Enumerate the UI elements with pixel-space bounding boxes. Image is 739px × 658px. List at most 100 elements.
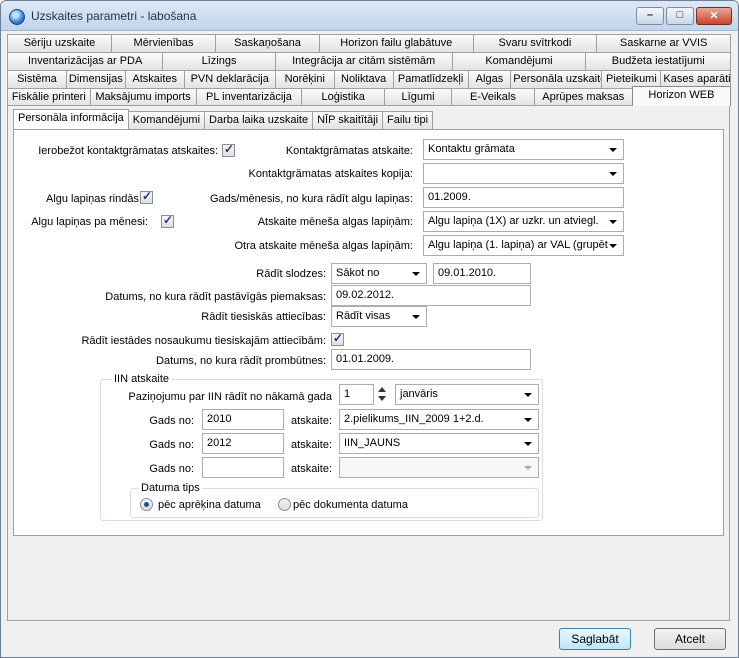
tab-logistika[interactable]: Loģistika <box>301 88 385 106</box>
check-icon: ✓ <box>163 213 174 227</box>
iin-report-select[interactable]: 2.pielikums_IIN_2009 1+2.d. <box>339 409 539 430</box>
monthly-report2-label: Otra atskaite mēneša algas lapiņām: <box>234 240 413 252</box>
chevron-down-icon <box>609 172 617 176</box>
check-icon: ✓ <box>224 142 235 156</box>
monthly-report-select[interactable]: Algu lapiņa (1X) ar uzkr. un atviegl. <box>423 211 624 232</box>
contact-report-select[interactable]: Kontaktu grāmata <box>423 139 624 160</box>
radio-calc-date[interactable] <box>140 498 153 511</box>
tab-komandejumi[interactable]: Komandējumi <box>451 52 587 70</box>
tab-fiskalie-printeri[interactable]: Fiskālie printeri <box>7 88 91 106</box>
save-button[interactable]: Saglabāt <box>559 628 631 650</box>
show-deductions-select[interactable]: Sākot no <box>331 263 427 284</box>
chevron-down-icon <box>412 272 420 276</box>
tab-ligumi[interactable]: Līgumi <box>384 88 453 106</box>
iin-year-label: Gads no: <box>149 463 194 475</box>
tab-horizon-web[interactable]: Horizon WEB <box>631 86 731 106</box>
tab-personala-informacija[interactable]: Personāla informācija <box>13 109 129 129</box>
iin-report-select[interactable]: IIN_JAUNS <box>339 433 539 454</box>
payslip-month-label: Algu lapiņas pa mēnesi: <box>31 216 148 228</box>
app-icon <box>9 9 25 25</box>
tab-personala-uzskaite[interactable]: Personāla uzskaite <box>510 70 603 88</box>
maximize-icon: □ <box>676 9 684 21</box>
dialog-window: Uzskaites parametri - labošana – □ ✕ Sēr… <box>0 0 739 658</box>
iin-year-label: Gads no: <box>149 415 194 427</box>
limit-contact-reports-checkbox[interactable]: ✓ <box>222 142 235 157</box>
cancel-button[interactable]: Atcelt <box>654 628 726 650</box>
iin-group-title: IIN atskaite <box>112 373 172 386</box>
arrow-up-icon <box>378 387 386 392</box>
permanent-notes-date-label: Datums, no kura rādīt pastāvīgās piemaks… <box>105 291 326 303</box>
payslip-month-checkbox[interactable]: ✓ <box>161 213 174 228</box>
payslip-rows-checkbox[interactable]: ✓ <box>140 189 153 204</box>
close-button[interactable]: ✕ <box>696 7 732 25</box>
iin-notice-spinner[interactable] <box>376 384 388 405</box>
payslip-rows-label: Algu lapiņas rindās: <box>45 193 142 205</box>
show-deductions-date-field[interactable]: 09.01.2010. <box>433 263 531 284</box>
chevron-down-icon <box>609 244 617 248</box>
check-icon: ✓ <box>142 189 153 203</box>
tab-sistema[interactable]: Sistēma <box>7 70 67 88</box>
contact-report-copy-label: Kontaktgrāmatas atskaites kopija: <box>248 168 413 180</box>
date-type-title: Datuma tips <box>139 482 202 495</box>
show-institution-names-label: Rādīt iestādes nosaukumu tiesiskajām att… <box>81 335 326 347</box>
tab-aprupes-maksas[interactable]: Aprūpes maksas <box>533 88 633 106</box>
tab-row-2: Inventarizācijas ar PDA Līzings Integrāc… <box>7 52 731 70</box>
iin-year-field[interactable]: 2010 <box>202 409 284 430</box>
tab-svaru-svitrkodi[interactable]: Svaru svītrkodi <box>472 34 598 52</box>
tab-maksajumu-imports[interactable]: Maksājumu imports <box>89 88 197 106</box>
radio-calc-date-label[interactable]: pēc aprēķina datuma <box>158 498 261 512</box>
show-institution-names-checkbox[interactable]: ✓ <box>331 331 344 346</box>
tab-saskanosana[interactable]: Saskaņošana <box>215 34 320 52</box>
tab-norekini[interactable]: Norēķini <box>274 70 335 88</box>
minimize-button[interactable]: – <box>636 7 664 25</box>
chevron-down-icon <box>524 442 532 446</box>
tab-inner-komandejumi[interactable]: Komandējumi <box>127 111 206 129</box>
tab-dimensijas[interactable]: Dimensijas <box>65 70 126 88</box>
contact-report-copy-select[interactable] <box>423 163 624 184</box>
close-icon: ✕ <box>709 10 719 22</box>
tab-pvn-deklaracija[interactable]: PVN deklarācija <box>183 70 276 88</box>
iin-year-field[interactable]: 2012 <box>202 433 284 454</box>
iin-year-field[interactable] <box>202 457 284 478</box>
iin-notice-month-value: janvāris <box>400 388 438 400</box>
check-icon: ✓ <box>333 331 344 345</box>
show-deductions-label: Rādīt slodzes: <box>256 268 326 280</box>
iin-report-label: atskaite: <box>291 439 332 451</box>
permanent-notes-date-field[interactable]: 09.02.2012. <box>331 285 531 306</box>
iin-year-label: Gads no: <box>149 439 194 451</box>
tab-failu-tipi[interactable]: Failu tipi <box>382 111 434 129</box>
radio-doc-date-label[interactable]: pēc dokumenta datuma <box>293 498 408 512</box>
arrow-down-icon <box>378 396 386 401</box>
chevron-down-icon <box>609 220 617 224</box>
tab-noliktava[interactable]: Noliktava <box>333 70 394 88</box>
maximize-button[interactable]: □ <box>666 7 694 25</box>
iin-report-label: atskaite: <box>291 415 332 427</box>
tab-algas[interactable]: Algas <box>467 70 512 88</box>
iin-notice-field[interactable]: 1 <box>339 384 374 405</box>
tab-seriju-uzskaite[interactable]: Sēriju uzskaite <box>7 34 112 52</box>
tab-mervienibas[interactable]: Mērvienības <box>111 34 216 52</box>
bonus-date-field[interactable]: 01.01.2009. <box>331 349 531 370</box>
tab-e-veikals[interactable]: E-Veikals <box>451 88 535 106</box>
tab-inventarizacijas-pda[interactable]: Inventarizācijas ar PDA <box>7 52 164 70</box>
tab-lizings[interactable]: Līzings <box>162 52 276 70</box>
tab-budzeta-iestatijumi[interactable]: Budžeta iestatījumi <box>585 52 731 70</box>
year-month-field[interactable]: 01.2009. <box>423 187 624 208</box>
tab-horizon-failu-glabatuve[interactable]: Horizon failu glabātuve <box>319 34 474 52</box>
title-bar[interactable]: Uzskaites parametri - labošana – □ ✕ <box>1 1 738 31</box>
iin-notice-month-select[interactable]: janvāris <box>395 384 539 405</box>
iin-report-select[interactable] <box>339 457 539 478</box>
chevron-down-icon <box>609 148 617 152</box>
monthly-report2-select[interactable]: Algu lapiņa (1. lapiņa) ar VAL (grupēt <box>423 235 624 256</box>
tab-pl-inventarizacija[interactable]: PL inventarizācija <box>195 88 303 106</box>
tab-integracija[interactable]: Integrācija ar citām sistēmām <box>274 52 453 70</box>
tab-saskarne-vvis[interactable]: Saskarne ar VVIS <box>596 34 731 52</box>
radio-doc-date[interactable] <box>278 498 291 511</box>
tab-pamatlidzekli[interactable]: Pamatlīdzekļi <box>392 70 469 88</box>
show-legal-select[interactable]: Rādīt visas <box>331 306 427 327</box>
tab-darba-laika-uzskaite[interactable]: Darba laika uzskaite <box>204 111 314 129</box>
tab-nip-skaititaji[interactable]: NĪP skaitītāji <box>312 111 384 129</box>
window-title: Uzskaites parametri - labošana <box>31 9 197 23</box>
tab-atskaites[interactable]: Atskaites <box>124 70 185 88</box>
contact-report-value: Kontaktu grāmata <box>428 143 515 155</box>
